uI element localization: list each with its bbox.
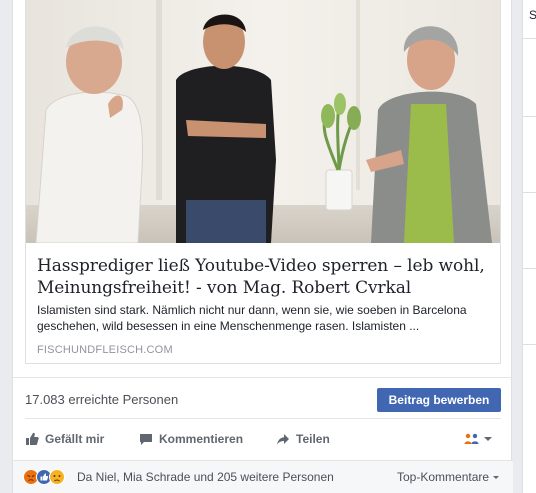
share-label: Teilen	[296, 432, 330, 446]
link-preview-image[interactable]	[26, 0, 500, 243]
comment-button[interactable]: Kommentieren	[139, 428, 243, 450]
chevron-down-icon	[483, 432, 493, 446]
audience-selector[interactable]	[463, 428, 493, 450]
top-comments-dropdown[interactable]: Top-Kommentare	[397, 470, 500, 484]
link-description: Islamisten sind stark. Nämlich nicht nur…	[37, 303, 467, 333]
sad-reaction-icon	[49, 469, 65, 485]
right-column-divider	[523, 192, 536, 193]
post-action-bar: Gefällt mir Kommentieren Teilen	[25, 428, 501, 450]
right-column: S	[522, 0, 536, 493]
audience-people-icon	[463, 432, 481, 446]
reach-count[interactable]: 17.083 erreichte Personen	[25, 392, 178, 407]
reactions-bar: Da Niel, Mia Schrade und 205 weitere Per…	[13, 460, 513, 493]
share-arrow-icon	[276, 432, 290, 446]
link-domain: FISCHUNDFLEISCH.COM	[37, 344, 173, 356]
reactors-names[interactable]: Da Niel, Mia Schrade und 205 weitere Per…	[77, 470, 334, 484]
like-button[interactable]: Gefällt mir	[25, 428, 104, 450]
actions-divider	[25, 418, 501, 419]
like-label: Gefällt mir	[45, 432, 105, 446]
right-column-text: S	[529, 8, 536, 22]
reaction-icons[interactable]	[23, 468, 75, 486]
chevron-down-icon	[492, 470, 500, 484]
right-column-divider	[523, 268, 536, 269]
right-column-divider	[523, 116, 536, 117]
link-title[interactable]: Hassprediger ließ Youtube-Video sperren …	[37, 255, 497, 299]
boost-post-button[interactable]: Beitrag bewerben	[377, 388, 501, 412]
right-column-divider	[523, 38, 536, 39]
post-card: Hassprediger ließ Youtube-Video sperren …	[12, 0, 513, 493]
link-preview[interactable]: Hassprediger ließ Youtube-Video sperren …	[25, 0, 501, 364]
comment-bubble-icon	[139, 432, 153, 446]
right-column-divider	[523, 344, 536, 345]
thumbs-up-icon	[25, 432, 39, 446]
stats-divider-top	[13, 377, 513, 378]
video-still-illustration	[26, 0, 500, 243]
comment-label: Kommentieren	[159, 432, 244, 446]
top-comments-label: Top-Kommentare	[397, 470, 490, 484]
page: Hassprediger ließ Youtube-Video sperren …	[0, 0, 536, 493]
share-button[interactable]: Teilen	[276, 428, 330, 450]
